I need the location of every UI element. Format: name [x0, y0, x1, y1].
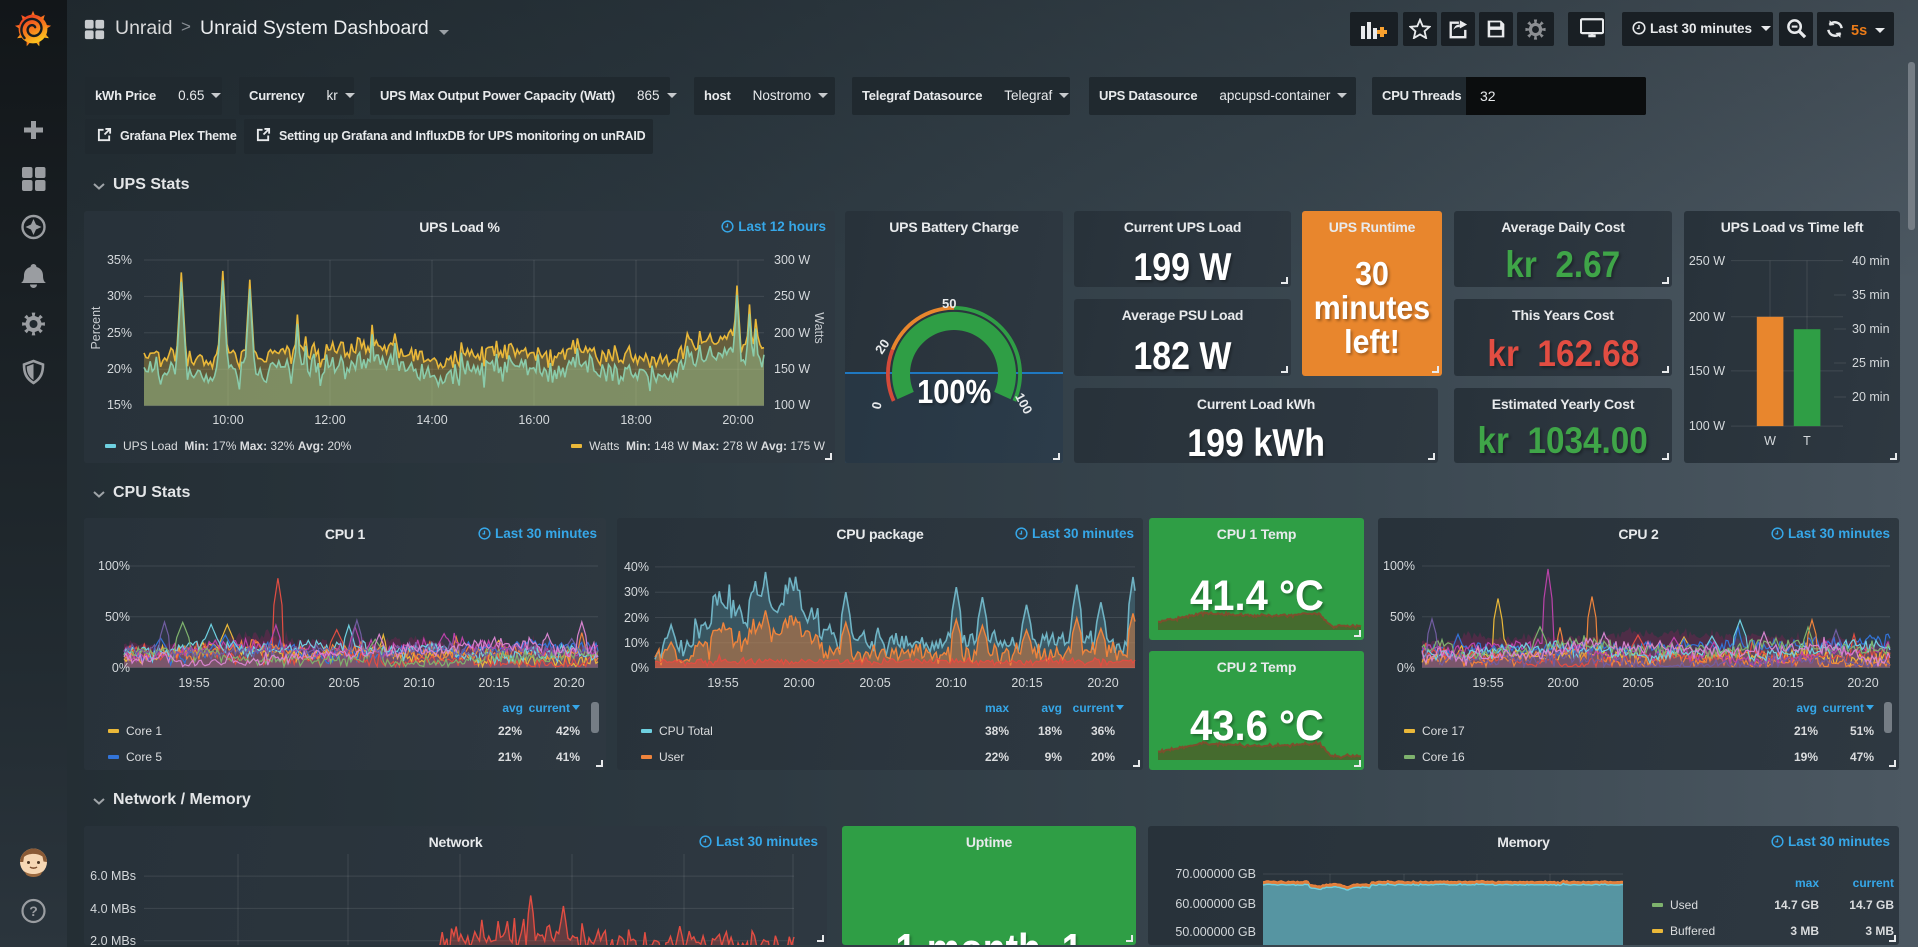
svg-text:?: ?: [29, 903, 38, 919]
